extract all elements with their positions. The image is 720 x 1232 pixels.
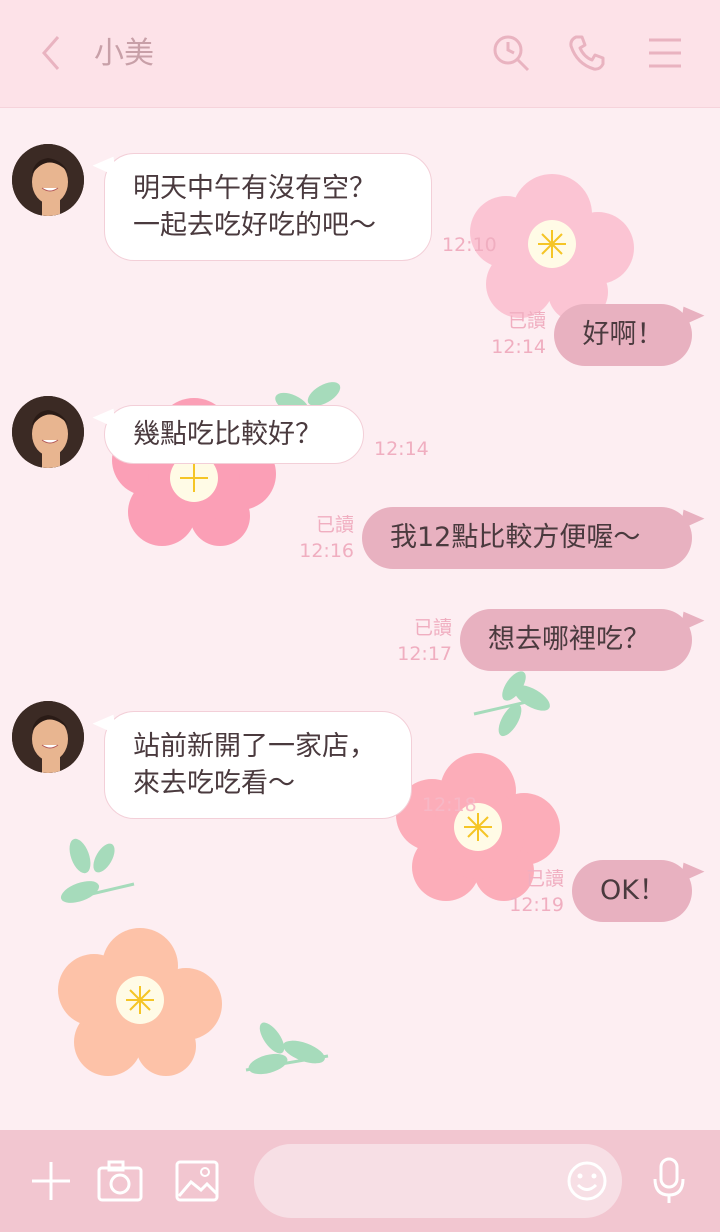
message-time: 12:10 bbox=[442, 234, 497, 256]
chat-area[interactable]: 明天中午有沒有空？ 一起去吃好吃的吧～ 12:10 已讀 12:14 好啊！ 幾… bbox=[0, 108, 720, 1130]
message-text: 一起去吃好吃的吧～ bbox=[133, 210, 376, 241]
incoming-message-bubble[interactable]: 明天中午有沒有空？ 一起去吃好吃的吧～ bbox=[104, 153, 432, 261]
camera-icon[interactable] bbox=[96, 1158, 144, 1204]
message-time: 12:14 bbox=[374, 438, 429, 460]
outgoing-message-bubble[interactable]: 我12點比較方便喔～ bbox=[362, 507, 692, 569]
message-text: 站前新開了一家店， bbox=[133, 731, 376, 762]
message-text: 我12點比較方便喔～ bbox=[390, 522, 641, 553]
read-status: 已讀 bbox=[525, 868, 564, 890]
message-text: OK！ bbox=[600, 875, 666, 906]
message-meta: 已讀 12:19 bbox=[504, 866, 564, 918]
chat-title: 小美 bbox=[94, 36, 154, 71]
avatar[interactable] bbox=[12, 144, 84, 216]
message-time: 12:16 bbox=[299, 540, 354, 562]
leaf-decoration bbox=[60, 838, 135, 903]
message-meta: 已讀 12:16 bbox=[294, 512, 354, 564]
message-time: 12:17 bbox=[397, 643, 452, 665]
outgoing-message-bubble[interactable]: OK！ bbox=[572, 860, 692, 922]
flower-decoration bbox=[58, 928, 222, 1076]
incoming-message-bubble[interactable]: 站前新開了一家店， 來去吃吃看～ bbox=[104, 711, 412, 819]
outgoing-message-bubble[interactable]: 好啊！ bbox=[554, 304, 692, 366]
message-text: 幾點吃比較好？ bbox=[133, 419, 322, 450]
read-status: 已讀 bbox=[315, 514, 354, 536]
message-time: 12:14 bbox=[491, 336, 546, 358]
leaf-decoration bbox=[245, 1022, 329, 1075]
leaf-decoration bbox=[473, 671, 550, 737]
avatar[interactable] bbox=[12, 396, 84, 468]
message-composer bbox=[0, 1130, 720, 1232]
message-text: 好啊！ bbox=[582, 319, 664, 350]
message-meta: 已讀 12:14 bbox=[488, 308, 546, 360]
read-status: 已讀 bbox=[413, 617, 452, 639]
outgoing-message-bubble[interactable]: 想去哪裡吃？ bbox=[460, 609, 692, 671]
back-icon[interactable] bbox=[28, 30, 74, 76]
message-text: 明天中午有沒有空？ bbox=[133, 173, 376, 204]
emoji-icon[interactable] bbox=[564, 1158, 610, 1204]
message-text: 來去吃吃看～ bbox=[133, 768, 295, 799]
message-text: 想去哪裡吃？ bbox=[488, 624, 650, 655]
message-meta: 已讀 12:17 bbox=[392, 615, 452, 667]
message-time: 12:19 bbox=[509, 894, 564, 916]
plus-icon[interactable] bbox=[28, 1158, 74, 1204]
message-time: 12:18 bbox=[422, 794, 477, 816]
avatar[interactable] bbox=[12, 701, 84, 773]
incoming-message-bubble[interactable]: 幾點吃比較好？ bbox=[104, 405, 364, 464]
phone-icon[interactable] bbox=[564, 30, 610, 76]
microphone-icon[interactable] bbox=[646, 1156, 692, 1206]
chat-header: 小美 bbox=[0, 0, 720, 108]
menu-icon[interactable] bbox=[642, 30, 688, 76]
search-clock-icon[interactable] bbox=[488, 30, 534, 76]
read-status: 已讀 bbox=[507, 310, 546, 332]
image-icon[interactable] bbox=[174, 1158, 220, 1204]
